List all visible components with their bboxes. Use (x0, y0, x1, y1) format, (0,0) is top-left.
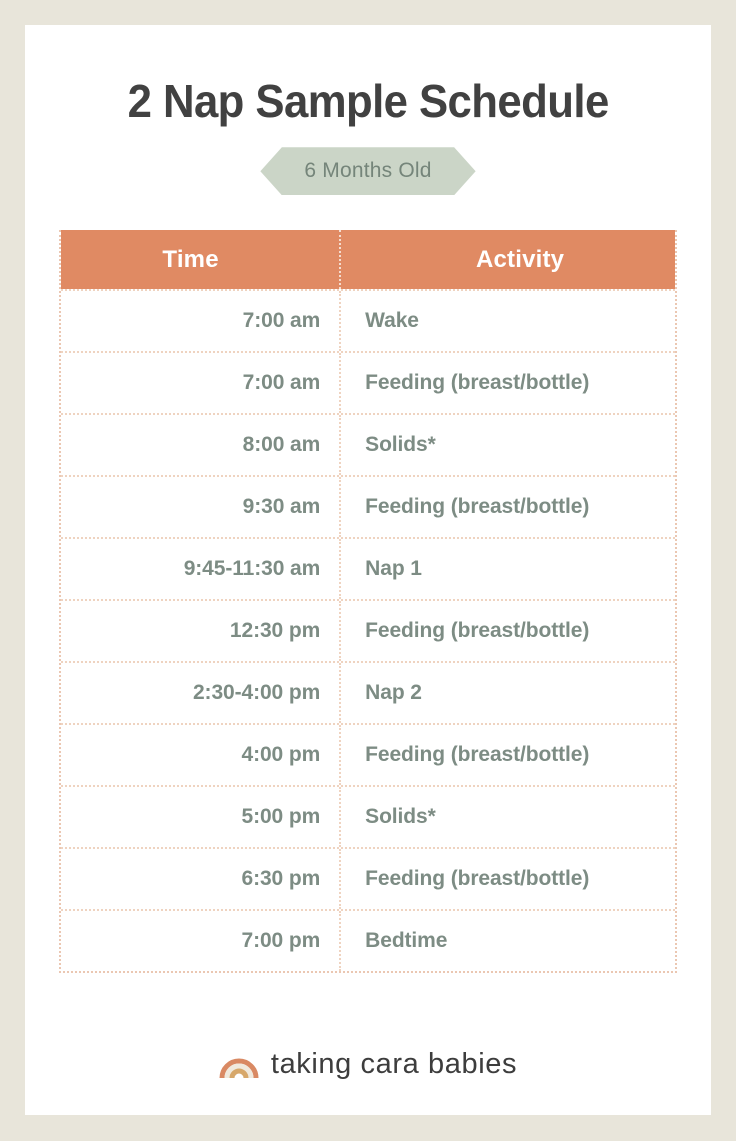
cell-time: 7:00 am (61, 291, 342, 352)
cell-time: 9:30 am (61, 477, 342, 538)
cell-time: 7:00 pm (61, 911, 342, 972)
cell-time: 12:30 pm (61, 601, 342, 662)
cell-activity: Solids* (365, 805, 436, 829)
poster-frame: 2 Nap Sample Schedule 6 Months Old Time … (0, 0, 736, 1141)
table-row: 5:00 pm Solids* (61, 785, 675, 848)
cell-activity: Feeding (breast/bottle) (365, 371, 590, 395)
rainbow-icon (219, 1058, 259, 1078)
schedule-card: 2 Nap Sample Schedule 6 Months Old Time … (25, 25, 711, 1115)
table-row: 7:00 am Wake (61, 289, 675, 352)
footer-logo: taking cara babies (219, 1048, 517, 1081)
cell-activity: Bedtime (365, 929, 448, 953)
cell-time: 4:00 pm (61, 725, 342, 786)
page-title: 2 Nap Sample Schedule (127, 75, 609, 127)
column-header-activity: Activity (475, 245, 565, 273)
cell-activity: Solids* (365, 433, 436, 457)
cell-time: 9:45-11:30 am (61, 539, 342, 600)
cell-activity: Feeding (breast/bottle) (365, 743, 590, 767)
cell-activity: Feeding (breast/bottle) (365, 495, 590, 519)
schedule-table: Time Activity 7:00 am Wake 7:00 am Feedi… (59, 230, 677, 974)
table-row: 4:00 pm Feeding (breast/bottle) (61, 723, 675, 786)
table-row: 2:30-4:00 pm Nap 2 (61, 661, 675, 724)
brand-name: taking cara babies (270, 1048, 518, 1080)
table-row: 6:30 pm Feeding (breast/bottle) (61, 847, 675, 910)
cell-time: 6:30 pm (61, 849, 342, 910)
cell-activity: Wake (365, 309, 419, 333)
age-badge: 6 Months Old (260, 147, 476, 196)
table-row: 8:00 am Solids* (61, 413, 675, 476)
cell-time: 7:00 am (61, 353, 342, 414)
cell-time: 5:00 pm (61, 787, 342, 848)
table-row: 7:00 am Feeding (breast/bottle) (61, 351, 675, 414)
table-row: 7:00 pm Bedtime (61, 909, 675, 972)
cell-activity: Feeding (breast/bottle) (365, 867, 590, 891)
table-row: 9:30 am Feeding (breast/bottle) (61, 475, 675, 538)
cell-time: 8:00 am (61, 415, 342, 476)
column-header-time: Time (61, 230, 342, 290)
table-row: 12:30 pm Feeding (breast/bottle) (61, 599, 675, 662)
table-row: 9:45-11:30 am Nap 1 (61, 537, 675, 600)
cell-time: 2:30-4:00 pm (61, 663, 342, 724)
cell-activity: Feeding (breast/bottle) (365, 619, 590, 643)
cell-activity: Nap 2 (365, 681, 422, 705)
cell-activity: Nap 1 (365, 557, 422, 581)
table-header-row: Time Activity (61, 230, 675, 290)
badge-container: 6 Months Old (260, 147, 476, 196)
